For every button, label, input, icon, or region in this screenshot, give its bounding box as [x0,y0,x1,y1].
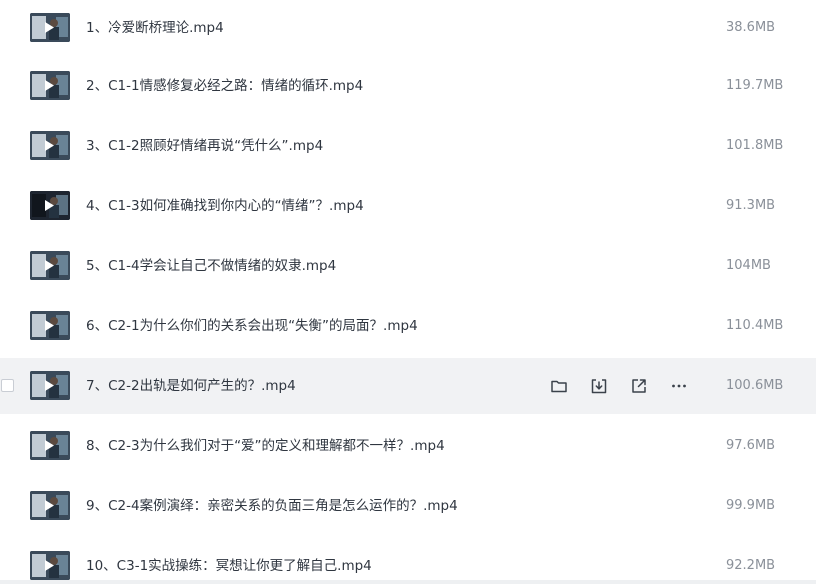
video-thumbnail[interactable] [30,431,70,460]
file-name[interactable]: 5、C1-4学会让自己不做情绪的奴隶.mp4 [86,238,336,294]
file-list: 1、冷爱断桥理论.mp4 38.6MB 2、C1-1情感修复必经之路：情绪的循环.… [0,0,816,584]
file-name[interactable]: 4、C1-3如何准确找到你内心的“情绪”？.mp4 [86,178,364,234]
file-name[interactable]: 10、C3-1实战操练：冥想让你更了解自己.mp4 [86,538,372,584]
file-name[interactable]: 2、C1-1情感修复必经之路：情绪的循环.mp4 [86,58,363,114]
file-size: 91.3MB [726,198,776,213]
file-size: 104MB [726,258,771,273]
file-row[interactable]: 5、C1-4学会让自己不做情绪的奴隶.mp4 104MB [0,238,816,294]
file-row[interactable]: 3、C1-2照顾好情绪再说“凭什么”.mp4 101.8MB [0,118,816,174]
share-button[interactable] [628,375,650,397]
video-thumbnail[interactable] [30,131,70,160]
video-thumbnail[interactable] [30,13,70,42]
file-name[interactable]: 1、冷爱断桥理论.mp4 [86,0,224,56]
video-thumbnail[interactable] [30,191,70,220]
folder-icon [550,377,568,395]
file-row[interactable]: 4、C1-3如何准确找到你内心的“情绪”？.mp4 91.3MB [0,178,816,234]
file-name[interactable]: 9、C2-4案例演绎：亲密关系的负面三角是怎么运作的？.mp4 [86,478,458,534]
file-row[interactable]: 7、C2-2出轨是如何产生的？.mp4 100.6MB [0,358,816,414]
file-size: 92.2MB [726,558,776,573]
file-row[interactable]: 6、C2-1为什么你们的关系会出现“失衡”的局面？.mp4 110.4MB [0,298,816,354]
file-name[interactable]: 7、C2-2出轨是如何产生的？.mp4 [86,358,296,414]
video-thumbnail[interactable] [30,251,70,280]
file-row[interactable]: 1、冷爱断桥理论.mp4 38.6MB [0,0,816,56]
file-size: 119.7MB [726,78,784,93]
more-icon [670,377,688,395]
file-row[interactable]: 9、C2-4案例演绎：亲密关系的负面三角是怎么运作的？.mp4 99.9MB [0,478,816,534]
file-row[interactable]: 10、C3-1实战操练：冥想让你更了解自己.mp4 92.2MB [0,538,816,584]
video-thumbnail[interactable] [30,491,70,520]
file-size: 38.6MB [726,20,776,35]
video-thumbnail[interactable] [30,551,70,580]
file-name[interactable]: 6、C2-1为什么你们的关系会出现“失衡”的局面？.mp4 [86,298,418,354]
video-thumbnail[interactable] [30,71,70,100]
more-button[interactable] [668,375,690,397]
bottom-strip [0,580,816,584]
file-row[interactable]: 2、C1-1情感修复必经之路：情绪的循环.mp4 119.7MB [0,58,816,114]
file-name[interactable]: 8、C2-3为什么我们对于“爱”的定义和理解都不一样？.mp4 [86,418,445,474]
download-button[interactable] [588,375,610,397]
file-name[interactable]: 3、C1-2照顾好情绪再说“凭什么”.mp4 [86,118,323,174]
video-thumbnail[interactable] [30,371,70,400]
row-actions [548,358,708,414]
download-icon [590,377,608,395]
file-size: 100.6MB [726,378,784,393]
share-icon [630,377,648,395]
file-size: 99.9MB [726,498,776,513]
file-size: 97.6MB [726,438,776,453]
video-thumbnail[interactable] [30,311,70,340]
file-row[interactable]: 8、C2-3为什么我们对于“爱”的定义和理解都不一样？.mp4 97.6MB [0,418,816,474]
folder-button[interactable] [548,375,570,397]
row-checkbox[interactable] [1,379,14,392]
file-size: 101.8MB [726,138,784,153]
file-size: 110.4MB [726,318,784,333]
